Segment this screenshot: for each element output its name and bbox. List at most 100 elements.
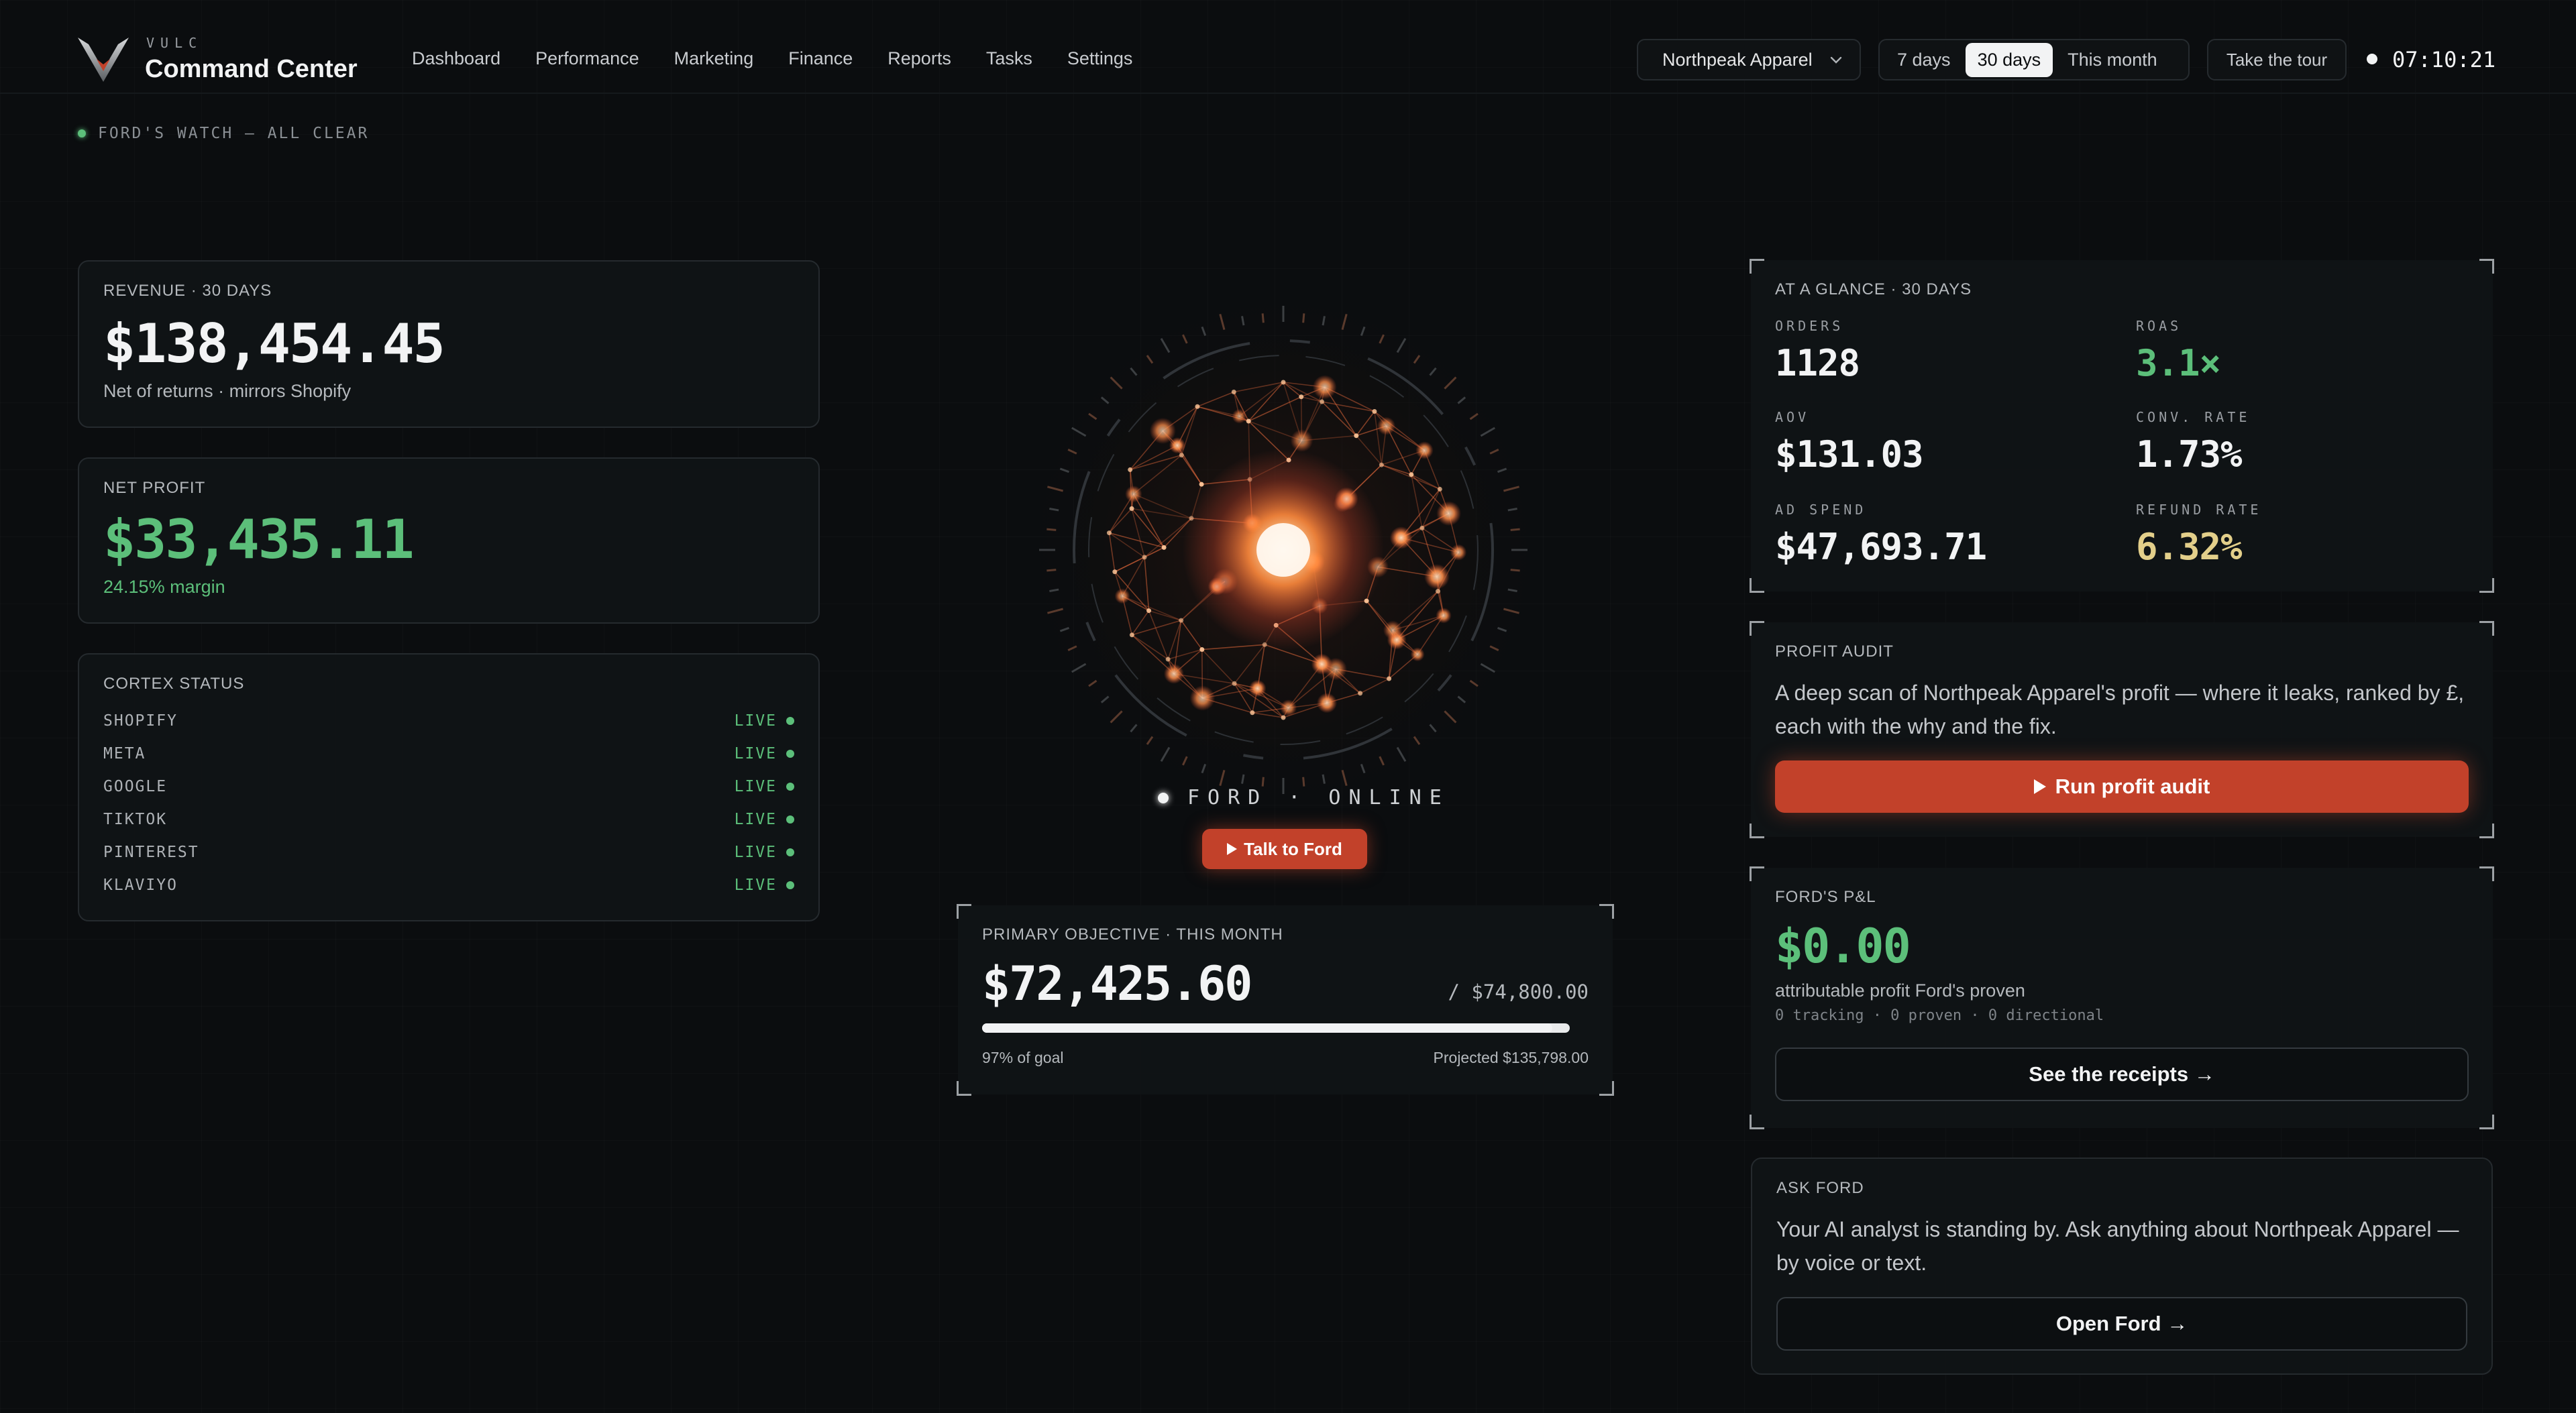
watch-status: FORD'S WATCH — ALL CLEAR: [78, 125, 369, 142]
corner-bracket: [1599, 1081, 1614, 1096]
vulc-logo: [78, 38, 129, 82]
primary-objective-card: PRIMARY OBJECTIVE · THIS MONTH $72,425.6…: [957, 904, 1614, 1096]
talk-to-ford-button[interactable]: Talk to Ford: [1202, 829, 1367, 869]
store-selected-label: Northpeak Apparel: [1662, 49, 1813, 70]
pnl-label: FORD'S P&L: [1775, 888, 1876, 906]
watch-status-dot: [78, 129, 86, 137]
corner-bracket: [957, 1081, 971, 1096]
metric-label: CONV. RATE: [2136, 409, 2251, 425]
ask-ford-description: Your AI analyst is standing by. Ask anyt…: [1776, 1217, 2459, 1275]
status-name: PINTEREST: [103, 844, 199, 861]
nav-performance[interactable]: Performance: [535, 48, 639, 69]
ford-status-text: FORD · ONLINE: [1187, 786, 1450, 809]
status-name: GOOGLE: [103, 778, 168, 795]
profit-audit-card: PROFIT AUDIT A deep scan of Northpeak Ap…: [1750, 621, 2494, 838]
nav-settings[interactable]: Settings: [1067, 48, 1133, 69]
corner-bracket: [1599, 904, 1614, 919]
corner-bracket: [1750, 824, 1764, 838]
status-live: LIVE: [735, 778, 794, 795]
metric-conv-rate: CONV. RATE 1.73%: [2136, 409, 2250, 475]
run-profit-audit-button[interactable]: Run profit audit: [1775, 760, 2469, 813]
main-nav: Dashboard Performance Marketing Finance …: [412, 48, 1132, 69]
revenue-label: REVENUE · 30 DAYS: [103, 282, 272, 300]
nav-tasks[interactable]: Tasks: [986, 48, 1032, 69]
objective-progress-fill: [982, 1023, 1552, 1033]
corner-bracket: [1750, 578, 1764, 593]
ford-orb[interactable]: [993, 282, 1583, 805]
status-text: LIVE: [734, 745, 777, 762]
take-tour-button[interactable]: Take the tour: [2207, 39, 2347, 80]
corner-bracket: [2479, 578, 2494, 593]
net-profit-margin: 24.15% margin: [103, 577, 225, 597]
play-icon: [1227, 843, 1238, 855]
ford-online-dot: [1158, 792, 1169, 803]
nav-marketing[interactable]: Marketing: [674, 48, 754, 69]
metric-refund-rate: REFUND RATE 6.32%: [2136, 502, 2261, 568]
metric-value: 6.32%: [2136, 526, 2243, 568]
metric-label: ORDERS: [1775, 318, 1844, 334]
clock: 07:10:21: [2392, 47, 2496, 72]
glance-label: AT A GLANCE · 30 DAYS: [1775, 280, 1972, 298]
status-row-shopify: SHOPIFY LIVE: [103, 711, 794, 731]
profit-audit-label: PROFIT AUDIT: [1775, 642, 1894, 661]
live-dot-icon: [786, 717, 794, 725]
objective-projected: Projected $135,798.00: [1433, 1049, 1589, 1066]
status-text: LIVE: [734, 811, 777, 828]
pnl-detail: 0 tracking · 0 proven · 0 directional: [1775, 1007, 2104, 1024]
status-text: LIVE: [734, 877, 777, 894]
range-7-days[interactable]: 7 days: [1885, 43, 1963, 77]
range-30-days[interactable]: 30 days: [1965, 42, 2053, 77]
status-name: SHOPIFY: [103, 712, 178, 730]
nav-reports[interactable]: Reports: [888, 48, 951, 69]
corner-bracket: [2479, 824, 2494, 838]
corner-bracket: [1750, 866, 1764, 881]
play-icon: [2033, 779, 2046, 794]
store-selector[interactable]: Northpeak Apparel: [1637, 39, 1861, 80]
status-row-meta: META LIVE: [103, 744, 794, 764]
metric-value: 1.73%: [2136, 433, 2243, 475]
range-this-month[interactable]: This month: [2055, 43, 2169, 77]
live-dot-icon: [786, 783, 794, 791]
objective-percent: 97% of goal: [982, 1049, 1064, 1066]
profit-audit-description: A deep scan of Northpeak Apparel's profi…: [1775, 681, 2465, 738]
corner-bracket: [2479, 259, 2494, 274]
chevron-down-icon: [1830, 56, 1842, 64]
status-live: LIVE: [735, 844, 794, 861]
corner-bracket: [2479, 866, 2494, 881]
objective-label: PRIMARY OBJECTIVE · THIS MONTH: [982, 925, 1283, 944]
status-text: LIVE: [734, 844, 777, 861]
watch-status-text: FORD'S WATCH — ALL CLEAR: [98, 125, 370, 142]
nav-finance[interactable]: Finance: [788, 48, 853, 69]
net-profit-card: NET PROFIT $33,435.11 24.15% margin: [78, 457, 820, 624]
nav-dashboard[interactable]: Dashboard: [412, 48, 500, 69]
status-live: LIVE: [735, 712, 794, 730]
talk-to-ford-label: Talk to Ford: [1244, 838, 1342, 859]
date-range-toggle: 7 days 30 days This month: [1878, 39, 2190, 80]
objective-value: $72,425.60: [982, 956, 1252, 1011]
corner-bracket: [2479, 621, 2494, 636]
metric-roas: ROAS 3.1×: [2136, 318, 2221, 384]
metric-label: ROAS: [2136, 318, 2182, 334]
live-dot-icon: [786, 881, 794, 889]
status-live: LIVE: [735, 811, 794, 828]
status-row-tiktok: TIKTOK LIVE: [103, 809, 794, 830]
net-profit-label: NET PROFIT: [103, 479, 206, 497]
status-text: LIVE: [734, 778, 777, 795]
metric-label: AOV: [1775, 409, 1810, 425]
pnl-value: $0.00: [1775, 919, 1911, 974]
fords-pnl-card: FORD'S P&L $0.00 attributable profit For…: [1750, 866, 2494, 1129]
run-profit-audit-label: Run profit audit: [2055, 775, 2210, 798]
metric-value: 3.1×: [2136, 342, 2221, 384]
status-name: KLAVIYO: [103, 877, 178, 894]
see-receipts-button[interactable]: See the receipts →: [1775, 1048, 2469, 1101]
open-ford-button[interactable]: Open Ford →: [1776, 1297, 2467, 1351]
metric-value: 1128: [1775, 342, 1860, 384]
brand-eyebrow: VULC: [146, 35, 203, 51]
corner-bracket: [1750, 259, 1764, 274]
pnl-caption: attributable profit Ford's proven: [1775, 980, 2025, 1001]
corner-bracket: [957, 904, 971, 919]
metric-label: REFUND RATE: [2136, 502, 2262, 518]
objective-progress-bar: [982, 1023, 1570, 1033]
corner-bracket: [2479, 1115, 2494, 1129]
metric-aov: AOV $131.03: [1775, 409, 1924, 475]
